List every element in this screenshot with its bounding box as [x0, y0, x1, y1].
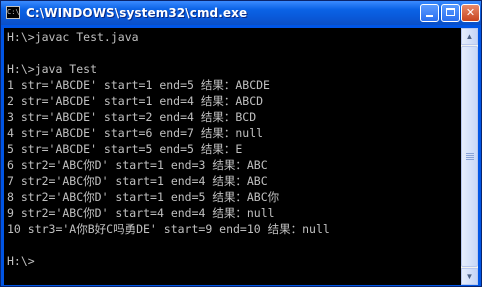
console-line: 7 str2='ABC你D' start=1 end=4 结果：ABC — [7, 174, 268, 188]
console-line: 8 str2='ABC你D' start=1 end=5 结果：ABC你 — [7, 190, 280, 204]
maximize-button[interactable] — [441, 4, 460, 22]
close-icon: ✕ — [465, 6, 476, 19]
console-line: 2 str='ABCDE' start=1 end=4 结果：ABCD — [7, 94, 264, 108]
vertical-scrollbar[interactable]: ▲ ▼ — [461, 28, 478, 285]
console-prompt: H:\> — [7, 254, 35, 268]
scrollbar-thumb[interactable] — [461, 46, 478, 267]
minimize-button[interactable] — [420, 4, 439, 22]
console-line: 5 str='ABCDE' start=5 end=5 结果：E — [7, 142, 243, 156]
arrow-up-icon: ▲ — [465, 32, 474, 41]
console-line: 9 str2='ABC你D' start=4 end=4 结果：null — [7, 206, 275, 220]
console-app-icon[interactable]: C:\ — [6, 6, 20, 19]
maximize-icon — [446, 8, 455, 16]
close-button[interactable]: ✕ — [461, 4, 480, 22]
title-bar[interactable]: C:\ C:\WINDOWS\system32\cmd.exe ✕ — [1, 1, 481, 25]
console-line: 6 str2='ABC你D' start=1 end=3 结果：ABC — [7, 158, 268, 172]
grip-line — [466, 155, 474, 156]
grip-line — [466, 153, 474, 154]
console-line: 1 str='ABCDE' start=1 end=5 结果：ABCDE — [7, 78, 270, 92]
console-line: H:\>java Test — [7, 62, 98, 76]
scroll-down-button[interactable]: ▼ — [461, 268, 478, 285]
console-line: 4 str='ABCDE' start=6 end=7 结果：null — [7, 126, 264, 140]
console-output[interactable]: H:\>javac Test.java H:\>java Test 1 str=… — [4, 28, 461, 285]
grip-line — [466, 159, 474, 160]
console-line: 10 str3='A你B好C吗勇DE' start=9 end=10 结果：nu… — [7, 222, 330, 236]
console-line: H:\>javac Test.java — [7, 30, 139, 44]
grip-line — [466, 157, 474, 158]
minimize-icon — [426, 15, 433, 17]
console-line: 3 str='ABCDE' start=2 end=4 结果：BCD — [7, 110, 257, 124]
cmd-window: C:\ C:\WINDOWS\system32\cmd.exe ✕ H:\>ja… — [0, 0, 482, 287]
arrow-down-icon: ▼ — [465, 272, 474, 281]
window-title: C:\WINDOWS\system32\cmd.exe — [26, 6, 248, 20]
scroll-up-button[interactable]: ▲ — [461, 28, 478, 45]
